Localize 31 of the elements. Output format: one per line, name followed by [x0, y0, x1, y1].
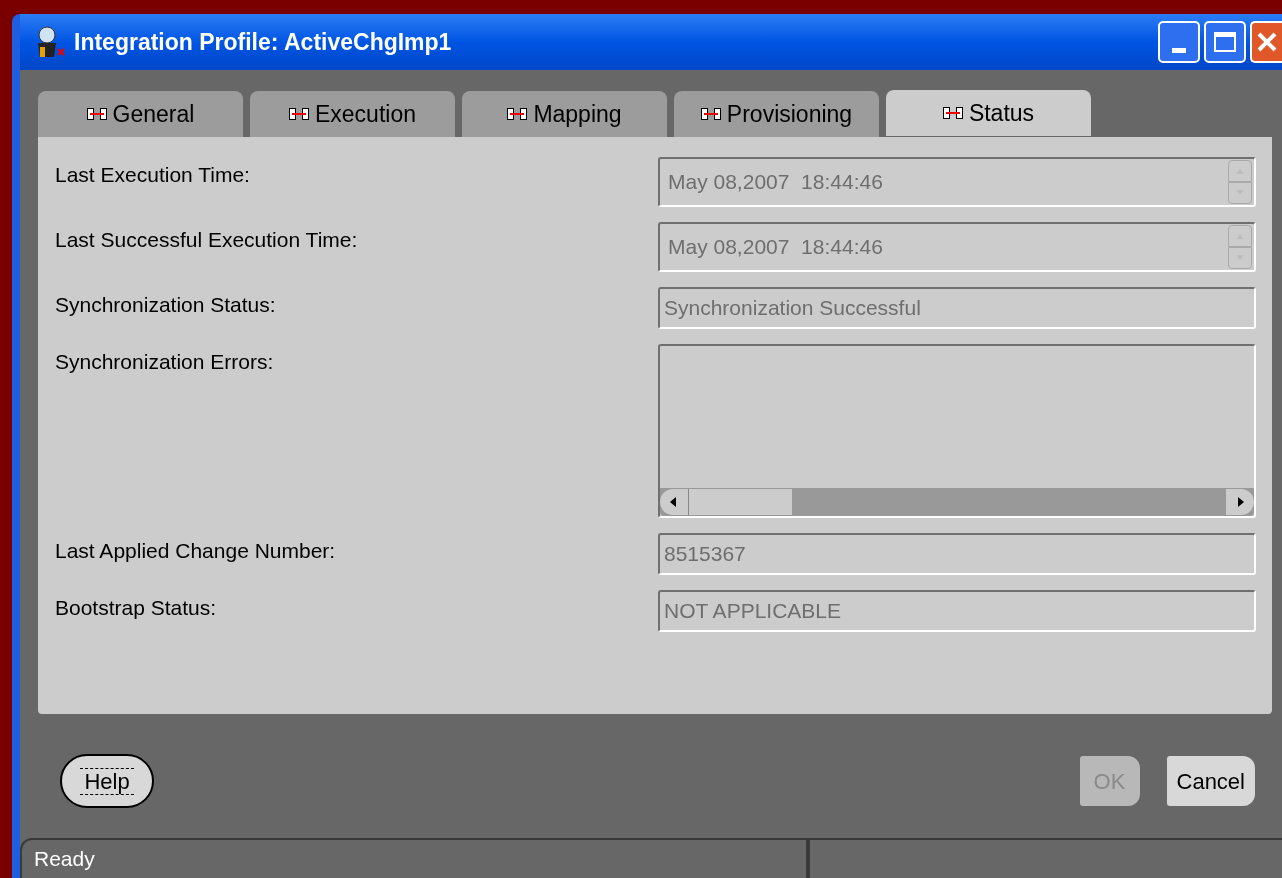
- field-label: Synchronization Status:: [55, 292, 277, 318]
- link-icon: [86, 108, 107, 120]
- link-icon: [942, 107, 963, 119]
- field-value: NOT APPLICABLE: [664, 598, 842, 625]
- tab[interactable]: Provisioning: [674, 91, 879, 137]
- tab[interactable]: Status: [886, 90, 1091, 136]
- field-value: Synchronization Successful: [664, 295, 921, 322]
- status-text: Ready: [34, 846, 95, 873]
- field-value: May 08,2007 18:44:46: [667, 234, 884, 261]
- field-label: Last Execution Time:: [55, 162, 251, 188]
- maximize-button[interactable]: [1204, 21, 1246, 63]
- help-button[interactable]: Help: [60, 754, 154, 808]
- minimize-button[interactable]: [1158, 21, 1200, 63]
- link-icon: [289, 108, 309, 120]
- tab[interactable]: Execution: [250, 91, 455, 137]
- close-button[interactable]: [1250, 21, 1282, 63]
- dialog-button[interactable]: Cancel: [1166, 756, 1255, 806]
- field-label: Bootstrap Status:: [55, 595, 218, 621]
- field-value: 8515367: [664, 541, 746, 568]
- field-label: Synchronization Errors:: [55, 349, 275, 375]
- field-label: Last Applied Change Number:: [55, 538, 337, 564]
- field-label: Last Successful Execution Time:: [55, 227, 359, 253]
- tab[interactable]: General: [38, 91, 243, 137]
- horizontal-scrollbar[interactable]: [660, 488, 1254, 516]
- close-icon: [1256, 31, 1278, 53]
- link-icon: [700, 108, 721, 120]
- field-value: May 08,2007 18:44:46: [667, 169, 884, 196]
- scrollbar-thumb[interactable]: [688, 489, 792, 515]
- window-title: Integration Profile: ActiveChgImp1: [74, 27, 453, 57]
- link-icon: [507, 108, 528, 120]
- tab[interactable]: Mapping: [462, 91, 667, 137]
